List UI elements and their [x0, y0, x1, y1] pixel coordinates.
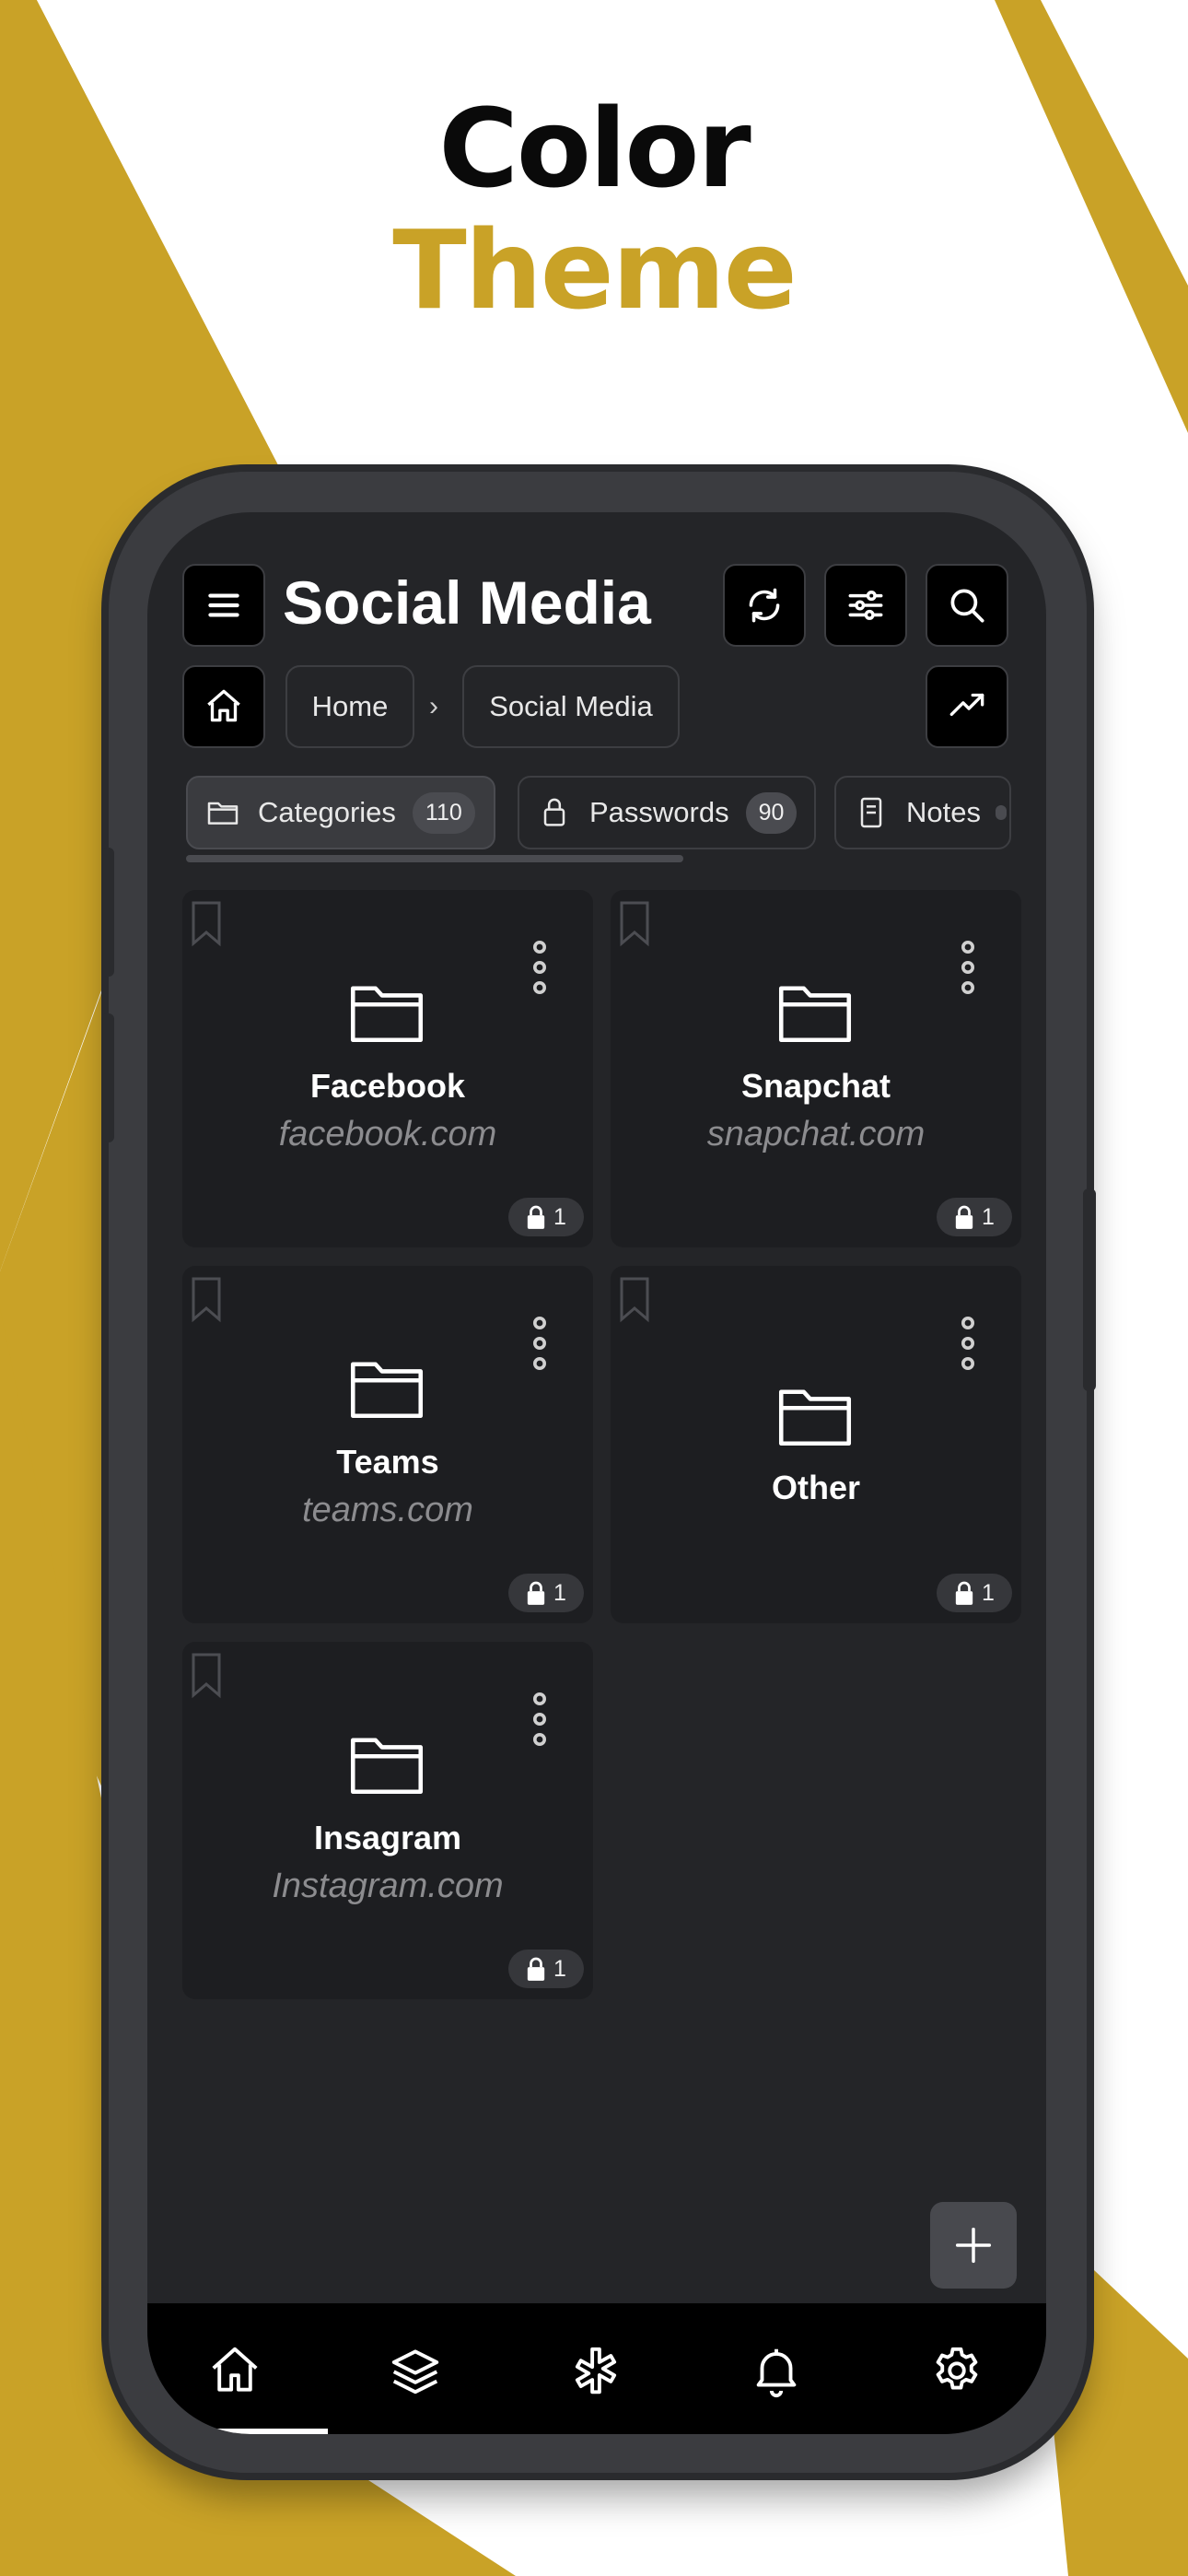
card-title: Snapchat	[740, 1067, 891, 1105]
more-options-icon[interactable]	[957, 940, 979, 995]
card-title: Insagram	[313, 1819, 462, 1856]
trending-button[interactable]	[926, 665, 1008, 748]
tab-notes[interactable]: Notes	[834, 776, 1011, 849]
bookmark-icon[interactable]	[188, 1275, 225, 1323]
phone-side-button	[101, 1013, 114, 1142]
lock-icon	[543, 798, 565, 826]
breadcrumb-home[interactable]: Home	[285, 665, 414, 748]
category-card[interactable]: Facebook facebook.com 1	[182, 890, 593, 1247]
folder-icon	[350, 986, 424, 1043]
gear-icon	[936, 2347, 978, 2390]
password-count-badge: 1	[937, 1198, 1012, 1236]
bookmark-icon[interactable]	[616, 1275, 653, 1323]
tab-label: Categories	[258, 796, 396, 828]
menu-icon	[208, 593, 239, 617]
menu-button[interactable]	[182, 564, 265, 647]
phone-side-button	[1083, 1188, 1096, 1391]
lock-icon	[527, 1581, 545, 1605]
password-count-badge: 1	[508, 1198, 584, 1236]
home-icon	[207, 689, 240, 722]
sliders-icon	[848, 591, 883, 620]
home-icon	[212, 2347, 258, 2392]
breadcrumb-current[interactable]: Social Media	[462, 665, 680, 748]
nav-home[interactable]	[203, 2338, 267, 2403]
card-domain: snapchat.com	[706, 1115, 926, 1153]
nav-settings[interactable]	[925, 2338, 989, 2403]
card-title: Facebook	[309, 1067, 466, 1105]
card-title: Teams	[336, 1443, 439, 1481]
bell-icon	[756, 2348, 797, 2397]
card-domain: Instagram.com	[272, 1867, 504, 1905]
password-count: 1	[553, 1955, 566, 1982]
folder-icon	[207, 802, 239, 825]
folder-icon	[350, 1362, 424, 1419]
plus-icon	[955, 2227, 992, 2264]
password-count-badge: 1	[508, 1574, 584, 1612]
sync-icon	[749, 588, 780, 623]
layers-icon	[391, 2349, 439, 2395]
password-count-badge: 1	[508, 1950, 584, 1988]
tab-count: 110	[412, 791, 475, 834]
tab-categories[interactable]: Categories 110	[186, 776, 495, 849]
nav-generator[interactable]	[564, 2338, 628, 2403]
page-title: Social Media	[283, 568, 651, 637]
trending-up-icon	[949, 693, 984, 716]
card-title: Other	[771, 1469, 860, 1506]
lock-icon	[955, 1581, 973, 1605]
password-count: 1	[982, 1203, 995, 1230]
more-options-icon[interactable]	[529, 1692, 551, 1747]
category-card[interactable]: Insagram Instagram.com 1	[182, 1642, 593, 1999]
bottom-nav	[147, 2303, 1046, 2434]
search-icon	[950, 589, 984, 623]
lock-icon	[527, 1957, 545, 1981]
tab-label: Passwords	[589, 796, 729, 828]
nav-notifications[interactable]	[744, 2338, 809, 2403]
folder-icon	[350, 1738, 424, 1795]
more-options-icon[interactable]	[957, 1316, 979, 1371]
tab-label: Notes	[906, 796, 981, 828]
category-card[interactable]: Teams teams.com 1	[182, 1266, 593, 1623]
filter-button[interactable]	[824, 564, 907, 647]
tab-count: 90	[745, 791, 798, 834]
card-domain: teams.com	[302, 1491, 473, 1529]
asterisk-icon	[575, 2347, 617, 2395]
password-count: 1	[553, 1203, 566, 1230]
nav-layers[interactable]	[383, 2338, 448, 2403]
promo-title-line1: Color	[438, 85, 751, 212]
tab-passwords[interactable]: Passwords 90	[518, 776, 816, 849]
lock-icon	[527, 1205, 545, 1229]
password-count: 1	[553, 1579, 566, 1606]
card-domain: facebook.com	[278, 1115, 497, 1153]
password-count: 1	[982, 1579, 995, 1606]
promo-title-line2: Theme	[392, 206, 798, 334]
note-icon	[860, 797, 882, 828]
category-card[interactable]: Other 1	[611, 1266, 1021, 1623]
lock-icon	[955, 1205, 973, 1229]
search-button[interactable]	[926, 564, 1008, 647]
bookmark-icon[interactable]	[188, 1651, 225, 1699]
bookmark-icon[interactable]	[188, 899, 225, 947]
app-screen: Social Media Home › Social Media Categor…	[147, 512, 1046, 2434]
breadcrumb-separator: ›	[429, 691, 438, 721]
more-options-icon[interactable]	[529, 1316, 551, 1371]
add-category-button[interactable]	[930, 2202, 1017, 2289]
bookmark-icon[interactable]	[616, 899, 653, 947]
phone-side-button	[101, 848, 114, 977]
category-card[interactable]: Snapchat snapchat.com 1	[611, 890, 1021, 1247]
more-options-icon[interactable]	[529, 940, 551, 995]
active-tab-indicator	[147, 2429, 328, 2434]
tab-scroll-indicator[interactable]	[186, 855, 683, 862]
password-count-badge: 1	[937, 1574, 1012, 1612]
home-shortcut-button[interactable]	[182, 665, 265, 748]
sync-button[interactable]	[723, 564, 806, 647]
folder-icon	[778, 986, 852, 1043]
tab-count	[995, 805, 1007, 820]
folder-icon	[778, 1389, 852, 1446]
